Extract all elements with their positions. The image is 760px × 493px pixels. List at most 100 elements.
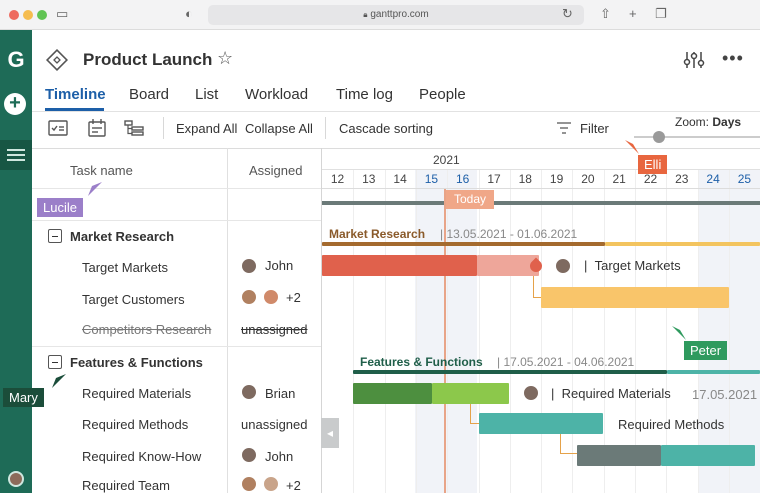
tab-workload[interactable]: Workload — [245, 86, 308, 103]
tab-people[interactable]: People — [419, 86, 466, 103]
timeline-day: 21 — [612, 172, 626, 186]
favorite-star-icon[interactable]: ☆ — [217, 48, 233, 69]
weekend-column — [446, 170, 477, 493]
task-bar-required-methods[interactable] — [479, 413, 603, 434]
collapse-all-button[interactable]: Collapse All — [245, 121, 313, 136]
zoom-slider-handle[interactable] — [653, 131, 665, 143]
timeline-day: 22 — [643, 172, 658, 186]
share-icon[interactable]: ⇧ — [600, 6, 611, 22]
ganttpro-logo-icon[interactable]: G — [3, 47, 29, 73]
timeline-day: 13 — [362, 172, 376, 186]
lock-icon: 🔒︎ — [363, 10, 368, 19]
task-name[interactable]: Target Markets — [82, 260, 168, 275]
tab-overview-icon[interactable]: ❐ — [655, 6, 667, 22]
group-progress-bar[interactable] — [322, 242, 605, 246]
group-remaining-bar[interactable] — [667, 370, 760, 374]
group-bar-dates: | 13.05.2021 - 01.06.2021 — [440, 227, 578, 241]
filter-button[interactable]: Filter — [580, 121, 609, 136]
avatar — [263, 289, 279, 305]
project-summary-bar[interactable] — [322, 201, 760, 205]
task-bar-required-materials[interactable] — [353, 383, 432, 404]
calendar-icon[interactable] — [86, 118, 108, 138]
task-bar-remaining[interactable] — [661, 445, 755, 466]
create-new-button[interactable]: + — [4, 93, 26, 115]
filter-icon[interactable] — [555, 120, 573, 136]
collapse-group-button[interactable] — [48, 229, 62, 243]
new-tab-icon[interactable]: + — [629, 6, 637, 22]
group-progress-bar[interactable] — [353, 370, 667, 374]
task-bar-target-markets[interactable] — [322, 255, 477, 276]
group-bar-label[interactable]: Market Research — [329, 227, 425, 241]
address-bar[interactable]: 🔒︎ ganttpro.com — [208, 5, 584, 25]
minimize-window-button[interactable] — [23, 10, 33, 20]
task-bar-required-know-how[interactable] — [577, 445, 661, 466]
cascade-sorting-button[interactable]: Cascade sorting — [339, 121, 433, 136]
group-name[interactable]: Market Research — [70, 229, 174, 244]
close-window-button[interactable] — [9, 10, 19, 20]
avatar — [523, 385, 539, 401]
tab-time-log[interactable]: Time log — [336, 86, 393, 103]
today-label: Today — [446, 190, 494, 209]
assignee-name[interactable]: unassigned — [241, 417, 308, 432]
timeline-day: 15 — [424, 172, 439, 186]
hierarchy-icon[interactable] — [123, 118, 145, 138]
task-name[interactable]: Required Team — [82, 478, 170, 493]
divider — [322, 188, 760, 189]
dependency-connector — [533, 276, 541, 298]
cursor-icon — [52, 374, 66, 388]
bar-label-text: Required Materials — [561, 386, 671, 401]
task-name[interactable]: Competitors Research — [82, 322, 211, 337]
task-name[interactable]: Target Customers — [82, 292, 185, 307]
collapse-grid-button[interactable]: ◂ — [321, 418, 339, 448]
sidebar-toggle-icon[interactable]: ▭ — [56, 6, 68, 22]
privacy-shield-icon[interactable]: ◐ — [185, 6, 193, 22]
task-name[interactable]: Required Materials — [82, 386, 191, 401]
menu-icon[interactable] — [0, 140, 32, 170]
maximize-window-button[interactable] — [37, 10, 47, 20]
checklist-icon[interactable] — [47, 118, 69, 138]
bar-label-text: Target Markets — [594, 258, 681, 273]
assigned-column-header[interactable]: Assigned — [249, 163, 302, 178]
row-divider — [32, 346, 322, 347]
timeline-day: 17 — [487, 172, 501, 186]
assignee-name[interactable]: John — [265, 449, 293, 464]
task-bar-remaining[interactable] — [432, 383, 509, 404]
more-options-icon[interactable]: ••• — [722, 48, 744, 69]
avatar — [555, 258, 571, 274]
grid-line — [447, 170, 449, 493]
dependency-connector — [470, 404, 479, 424]
tab-list[interactable]: List — [195, 86, 218, 103]
assignee-count[interactable]: +2 — [286, 478, 301, 493]
row-divider — [32, 220, 322, 221]
assignee-name[interactable]: Brian — [265, 386, 295, 401]
task-name[interactable]: Required Know-How — [82, 449, 201, 464]
app-rail: G + — [0, 30, 32, 493]
group-bar-label[interactable]: Features & Functions — [360, 355, 483, 369]
date-range: 13.05.2021 - 01.06.2021 — [446, 227, 578, 241]
task-name[interactable]: Required Methods — [82, 417, 188, 432]
collapse-group-button[interactable] — [48, 355, 62, 369]
collaborator-label: Mary — [3, 388, 44, 407]
group-name[interactable]: Features & Functions — [70, 355, 203, 370]
reload-icon[interactable]: ↻ — [562, 6, 573, 22]
grid-line — [478, 170, 480, 493]
row-divider — [32, 188, 322, 189]
group-remaining-bar[interactable] — [605, 242, 760, 246]
assignee-name[interactable]: John — [265, 258, 293, 273]
tab-timeline[interactable]: Timeline — [45, 86, 106, 103]
tab-board[interactable]: Board — [129, 86, 169, 103]
assignee-name[interactable]: unassigned — [241, 322, 308, 337]
grid-line — [353, 170, 355, 493]
task-name-column-header[interactable]: Task name — [70, 163, 133, 178]
avatar[interactable] — [8, 471, 24, 487]
collaborator-label: Lucile — [37, 198, 83, 217]
grid-line — [415, 170, 417, 493]
task-bar-target-customers[interactable] — [541, 287, 729, 308]
project-icon — [46, 49, 68, 71]
divider — [163, 117, 164, 139]
settings-sliders-icon[interactable] — [683, 50, 705, 70]
expand-all-button[interactable]: Expand All — [176, 121, 237, 136]
timeline-day: 18 — [518, 172, 532, 186]
timeline-year: 2021 — [433, 153, 460, 167]
assignee-count[interactable]: +2 — [286, 290, 301, 305]
